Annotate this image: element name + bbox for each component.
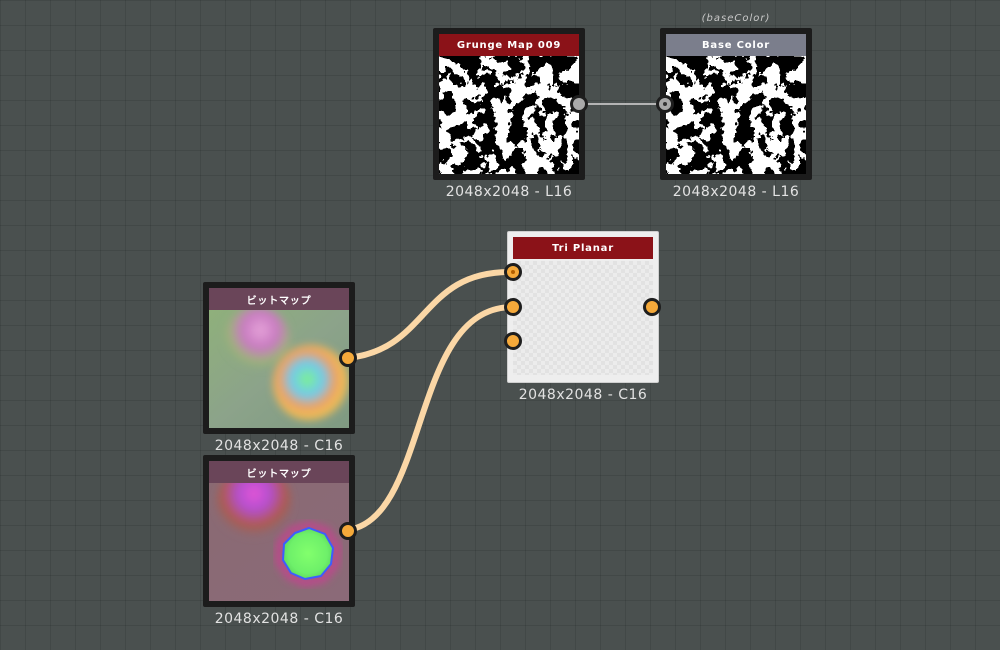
input-port[interactable] — [656, 95, 674, 113]
node-title: Grunge Map 009 — [439, 34, 579, 56]
node-title: Base Color — [666, 34, 806, 56]
bitmap-preview — [209, 310, 349, 428]
output-port[interactable] — [339, 349, 357, 367]
node-tri-planar[interactable]: Tri Planar 2048x2048 - C16 — [504, 231, 661, 407]
node-bitmap-1[interactable]: ビットマップ 2048x2048 - C16 — [203, 282, 357, 458]
input-port-1[interactable] — [504, 263, 522, 281]
output-port[interactable] — [570, 95, 588, 113]
wire-bitmap2-to-triplanar[interactable] — [344, 303, 516, 533]
node-title: ビットマップ — [209, 288, 349, 310]
output-port[interactable] — [643, 298, 661, 316]
node-resolution-label: 2048x2048 - C16 — [214, 611, 344, 627]
node-title: Tri Planar — [513, 237, 653, 259]
node-bitmap-2[interactable]: ビットマップ 2048x2048 - C16 — [203, 455, 357, 631]
port-indicator-icon — [663, 102, 667, 106]
node-grunge-map[interactable]: Grunge Map 009 2048x2048 - L16 — [433, 28, 588, 204]
node-title: ビットマップ — [209, 461, 349, 483]
node-resolution-label: 2048x2048 - L16 — [445, 184, 573, 200]
bitmap-preview — [209, 483, 349, 601]
node-base-color[interactable]: (baseColor) Base Color 2048x2048 - L16 — [656, 13, 812, 204]
node-output-tag: (baseColor) — [701, 13, 771, 24]
port-indicator-icon — [511, 270, 515, 274]
input-port-2[interactable] — [504, 298, 522, 316]
input-port-3[interactable] — [504, 332, 522, 350]
grunge-texture-preview — [439, 56, 579, 174]
output-port[interactable] — [339, 522, 357, 540]
wire-bitmap1-to-triplanar[interactable] — [344, 268, 516, 361]
basecolor-texture-preview — [666, 56, 806, 174]
node-resolution-label: 2048x2048 - L16 — [672, 184, 800, 200]
node-resolution-label: 2048x2048 - C16 — [518, 387, 648, 403]
triplanar-empty-preview — [513, 261, 653, 375]
node-resolution-label: 2048x2048 - C16 — [214, 438, 344, 454]
